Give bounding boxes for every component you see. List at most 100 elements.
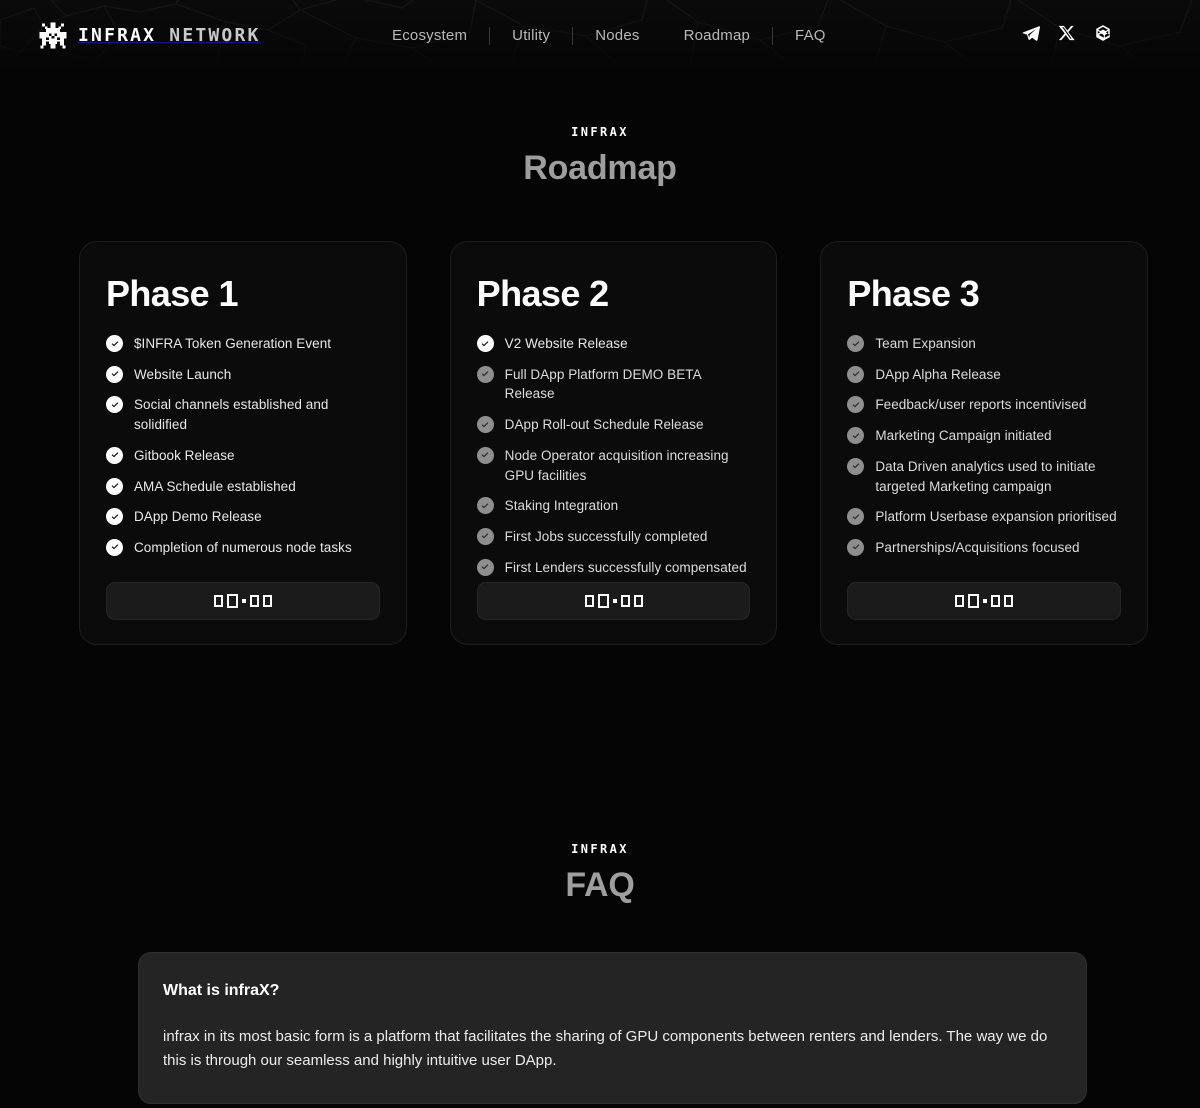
check-circle-icon <box>476 497 494 515</box>
phase-item-label: Social channels established and solidifi… <box>134 397 329 433</box>
nav-item-nodes[interactable]: Nodes <box>573 24 661 48</box>
brand-wordmark: INFRAX NETWORK <box>78 27 261 45</box>
check-circle-icon <box>847 538 865 556</box>
phase-title: Phase 2 <box>476 273 609 314</box>
phase-date-badge[interactable] <box>106 582 380 620</box>
faq-section-heading: INFRAX FAQ <box>0 843 1200 905</box>
phase-date-badge[interactable] <box>476 582 751 620</box>
phase-item-label: Full DApp Platform DEMO BETA Release <box>504 366 701 402</box>
phase-title: Phase 1 <box>106 273 238 314</box>
check-circle-icon <box>847 365 865 383</box>
nav-item-roadmap[interactable]: Roadmap <box>662 24 772 48</box>
check-circle-icon <box>847 457 865 475</box>
phase-item-label: DApp Demo Release <box>134 509 262 525</box>
phase-item: DApp Alpha Release <box>847 365 1121 385</box>
phase-item-label: Feedback/user reports incentivised <box>875 397 1087 413</box>
phase-item-label: Completion of numerous node tasks <box>134 539 352 555</box>
chain-glyph <box>1096 25 1110 41</box>
brand-logo-link[interactable]: INFRAX NETWORK <box>38 21 261 51</box>
phase-item: Social channels established and solidifi… <box>106 395 380 434</box>
check-circle-icon <box>847 396 865 414</box>
check-circle-icon <box>476 446 494 464</box>
phase-item-label: V2 Website Release <box>504 336 628 351</box>
phase-title: Phase 3 <box>847 273 980 314</box>
phase-item-label: Team Expansion <box>875 336 976 351</box>
brand-name-primary: INFRAX <box>78 25 157 46</box>
phase-item: Completion of numerous node tasks <box>106 538 380 558</box>
brand-name-secondary: NETWORK <box>169 25 261 46</box>
telegram-icon[interactable] <box>1022 24 1040 42</box>
phase-card-3: Phase 3 Team Expansion DApp Alpha Releas… <box>820 241 1149 645</box>
phase-item-label: First Jobs successfully completed <box>504 528 708 544</box>
phase-item: Website Launch <box>106 365 380 385</box>
check-circle-icon <box>476 558 494 576</box>
phase-item-label: DApp Roll-out Schedule Release <box>504 417 704 433</box>
chain-icon[interactable] <box>1094 24 1112 42</box>
social-links <box>1022 24 1112 42</box>
roadmap-phase-cards: Phase 1 $INFRA Token Generation Event We… <box>79 241 1149 645</box>
phase-item: V2 Website Release <box>476 334 751 354</box>
check-circle-icon <box>106 365 123 383</box>
phase-date-badge[interactable] <box>847 582 1122 620</box>
nav-item-utility[interactable]: Utility <box>490 24 572 48</box>
phase-item-label: Node Operator acquisition increasing GPU… <box>504 447 729 483</box>
phase-item-label: Staking Integration <box>504 498 619 514</box>
faq-accordion-item[interactable]: What is infraX? infrax in its most basic… <box>138 952 1087 1105</box>
phase-item-label: Website Launch <box>134 366 232 382</box>
phase-item-label: First Lenders successfully compensated <box>504 559 747 575</box>
phase-item-label: Gitbook Release <box>134 447 235 463</box>
check-circle-icon <box>106 538 123 556</box>
phase-item: Marketing Campaign initiated <box>847 426 1121 446</box>
phase-item-list: V2 Website Release Full DApp Platform DE… <box>476 334 751 578</box>
faq-title: FAQ <box>565 866 635 904</box>
phase-item: $INFRA Token Generation Event <box>106 334 380 354</box>
nav-item-faq[interactable]: FAQ <box>773 24 848 48</box>
check-circle-icon <box>106 508 123 526</box>
phase-item: Team Expansion <box>847 334 1121 354</box>
phase-item: Full DApp Platform DEMO BETA Release <box>476 365 751 404</box>
telegram-glyph <box>1022 26 1040 41</box>
check-circle-icon <box>106 335 123 352</box>
faq-eyebrow: INFRAX <box>571 842 629 856</box>
x-twitter-icon[interactable] <box>1058 24 1076 42</box>
phase-item: DApp Demo Release <box>106 507 380 527</box>
phase-item: Staking Integration <box>476 496 751 516</box>
check-circle-icon <box>106 446 123 464</box>
phase-date-glyphs <box>213 594 272 608</box>
phase-item-label: $INFRA Token Generation Event <box>134 336 332 351</box>
check-circle-icon <box>106 396 123 414</box>
roadmap-eyebrow: INFRAX <box>571 125 629 139</box>
phase-item: Data Driven analytics used to initiate t… <box>847 457 1121 496</box>
phase-item-label: Platform Userbase expansion prioritised <box>875 509 1117 525</box>
phase-item: Feedback/user reports incentivised <box>847 395 1121 415</box>
phase-item: Node Operator acquisition increasing GPU… <box>476 446 751 485</box>
faq-question: What is infraX? <box>163 982 280 999</box>
check-circle-icon <box>476 527 494 545</box>
phase-item: DApp Roll-out Schedule Release <box>476 415 751 435</box>
check-circle-icon <box>476 416 494 434</box>
phase-item: First Jobs successfully completed <box>476 527 751 547</box>
roadmap-title: Roadmap <box>523 149 677 187</box>
check-circle-icon <box>106 477 123 495</box>
phase-date-glyphs <box>955 594 1014 608</box>
nav-item-ecosystem[interactable]: Ecosystem <box>382 24 489 48</box>
phase-item: First Lenders successfully compensated <box>476 558 751 578</box>
phase-item: Gitbook Release <box>106 446 380 466</box>
check-circle-icon <box>847 427 865 445</box>
check-circle-icon <box>847 508 865 526</box>
phase-item-label: Partnerships/Acquisitions focused <box>875 539 1080 555</box>
phase-item: Platform Userbase expansion prioritised <box>847 507 1121 527</box>
phase-item: AMA Schedule established <box>106 477 380 497</box>
phase-date-glyphs <box>584 594 643 608</box>
check-circle-icon <box>847 335 865 352</box>
check-circle-icon <box>476 335 494 352</box>
main-navigation: Ecosystem Utility Nodes Roadmap FAQ <box>382 24 848 48</box>
roadmap-section-heading: INFRAX Roadmap <box>0 126 1200 188</box>
faq-answer: infrax in its most basic form is a platf… <box>163 1027 1048 1070</box>
phase-item-label: DApp Alpha Release <box>875 366 1001 382</box>
phase-card-2: Phase 2 V2 Website Release Full DApp Pla… <box>449 241 778 645</box>
phase-item-label: Data Driven analytics used to initiate t… <box>875 458 1096 494</box>
phase-item-list: $INFRA Token Generation Event Website La… <box>106 334 380 558</box>
phase-item: Partnerships/Acquisitions focused <box>847 538 1121 558</box>
x-glyph <box>1058 25 1075 41</box>
